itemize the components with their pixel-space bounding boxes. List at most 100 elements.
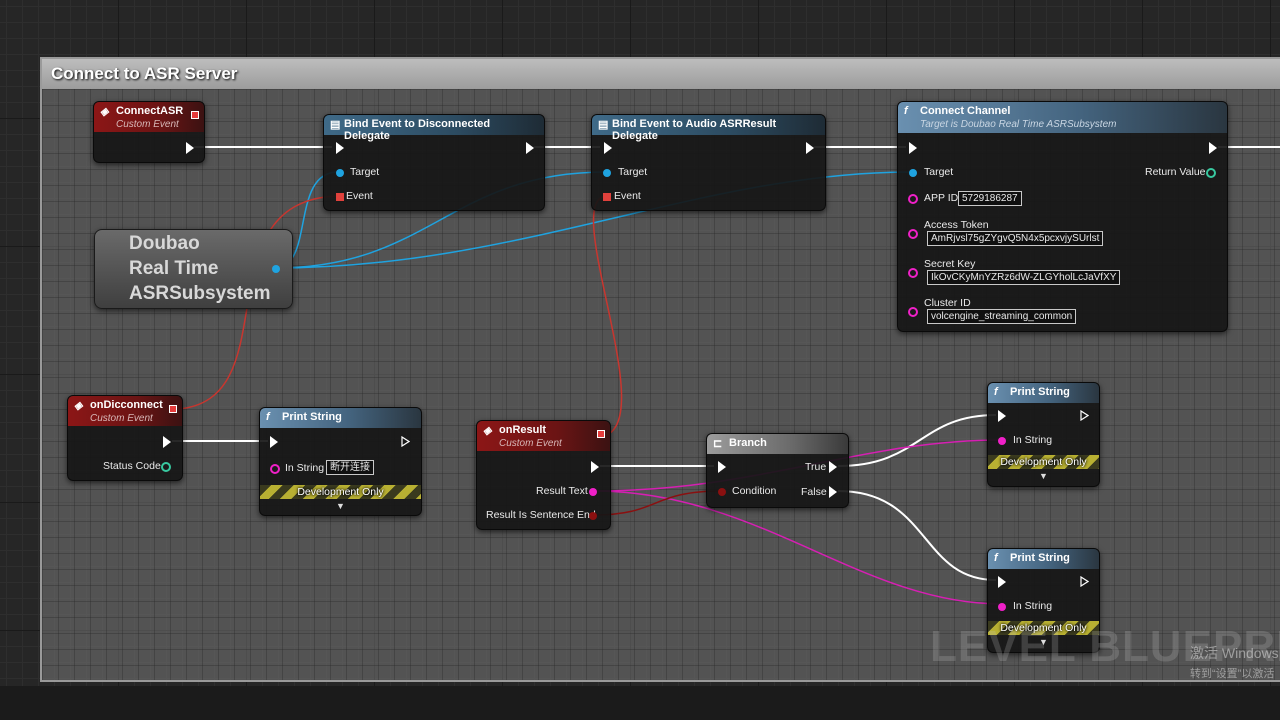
node-title: ConnectASR [116, 105, 184, 117]
function-call-icon: ▤ [598, 119, 609, 131]
exec-in-pin[interactable] [998, 576, 1006, 588]
access-token-pin[interactable] [908, 229, 918, 239]
exec-out-pin[interactable] [1209, 142, 1217, 154]
node-header: ◈ onResult Custom Event [477, 421, 610, 451]
var-label-line2: Real Time [129, 258, 219, 279]
target-pin[interactable] [603, 169, 611, 177]
node-print-string-1[interactable]: f Print String In String 断开连接 Developmen… [259, 407, 422, 516]
node-title: Branch [729, 437, 767, 449]
event-diamond-icon: ◈ [100, 106, 109, 118]
exec-in-pin[interactable] [336, 142, 344, 154]
app-id-field[interactable]: 5729186287 [958, 191, 1022, 206]
pin-label: APP ID [924, 192, 959, 204]
delegate-pin[interactable] [169, 405, 177, 413]
comment-title: Connect to ASR Server [51, 64, 238, 83]
function-f-icon: f [994, 386, 998, 398]
exec-out-pin[interactable] [163, 436, 171, 448]
node-connect-channel[interactable]: f Connect Channel Target is Doubao Real … [897, 101, 1228, 332]
cluster-id-pin[interactable] [908, 307, 918, 317]
condition-pin[interactable] [718, 488, 726, 496]
event-pin[interactable] [603, 193, 611, 201]
expand-chevron-icon[interactable]: ▼ [988, 471, 1099, 481]
branch-icon: ⊏ [713, 438, 723, 450]
exec-in-pin[interactable] [718, 461, 726, 473]
node-title: Bind Event to Disconnected Delegate [344, 118, 491, 142]
pin-label: In String [285, 462, 325, 474]
node-header: ⊏ Branch [707, 434, 848, 454]
exec-in-pin[interactable] [270, 436, 278, 448]
in-string-pin[interactable] [270, 464, 280, 474]
event-pin[interactable] [336, 193, 344, 201]
pin-label: False [801, 486, 827, 498]
windows-activation-title: 激活 Windows [1190, 645, 1279, 661]
status-code-pin[interactable] [161, 462, 171, 472]
false-exec-pin[interactable] [829, 486, 837, 498]
in-string-pin[interactable] [998, 437, 1006, 445]
node-header: f Connect Channel Target is Doubao Real … [898, 102, 1227, 133]
exec-out-pin[interactable] [1080, 410, 1089, 421]
pin-label: Target [618, 166, 648, 178]
sentence-end-pin[interactable] [589, 512, 597, 520]
delegate-pin[interactable] [597, 430, 605, 438]
node-subtitle: Custom Event [90, 413, 153, 424]
node-bind-disconnected[interactable]: ▤ Bind Event to Disconnected Delegate Ta… [323, 114, 545, 211]
pin-label: Secret Key [924, 258, 976, 270]
pin-label: Cluster ID [924, 297, 971, 309]
object-out-pin[interactable] [272, 265, 280, 273]
node-title: onDicconnect [90, 399, 163, 411]
node-print-string-2[interactable]: f Print String In String Development Onl… [987, 382, 1100, 487]
node-connectasr-event[interactable]: ◈ ConnectASR Custom Event [93, 101, 205, 163]
pin-label: Condition [732, 485, 777, 497]
node-title: Bind Event to Audio ASRResult Delegate [612, 118, 777, 142]
node-title: Print String [282, 411, 342, 423]
exec-in-pin[interactable] [998, 410, 1006, 422]
node-ondisconnect-event[interactable]: ◈ onDicconnect Custom Event Status Code [67, 395, 183, 481]
app-id-pin[interactable] [908, 194, 918, 204]
access-token-field[interactable]: AmRjvsl75gZYgvQ5N4x5pcxvjySUrlst [927, 231, 1104, 246]
exec-out-pin[interactable] [186, 142, 194, 154]
in-string-field[interactable]: 断开连接 [326, 460, 374, 475]
true-exec-pin[interactable] [829, 461, 837, 473]
pin-label: Status Code [103, 460, 161, 472]
dev-only-label: Development Only [297, 486, 384, 498]
node-title: Connect Channel [920, 105, 1011, 117]
dev-only-label: Development Only [1000, 456, 1087, 468]
target-pin[interactable] [909, 169, 917, 177]
node-doubao-subsystem-getter[interactable]: Doubao Real Time ASRSubsystem [94, 229, 293, 309]
pin-label: In String [1013, 600, 1053, 612]
event-diamond-icon: ◈ [483, 425, 492, 437]
exec-in-pin[interactable] [604, 142, 612, 154]
node-header: ▤ Bind Event to Audio ASRResult Delegate [592, 115, 825, 142]
target-pin[interactable] [336, 169, 344, 177]
exec-out-pin[interactable] [806, 142, 814, 154]
secret-key-field[interactable]: IkOvCKyMnYZRz6dW-ZLGYholLcJaVfXY [927, 270, 1121, 285]
bottom-bar [0, 686, 1280, 720]
delegate-pin[interactable] [191, 111, 199, 119]
node-onresult-event[interactable]: ◈ onResult Custom Event Result Text Resu… [476, 420, 611, 530]
secret-key-pin[interactable] [908, 268, 918, 278]
pin-label: Result Is Sentence End [486, 509, 596, 521]
result-text-pin[interactable] [589, 488, 597, 496]
expand-chevron-icon[interactable]: ▼ [260, 501, 421, 511]
node-header: f Print String [988, 549, 1099, 569]
comment-header[interactable]: Connect to ASR Server [42, 59, 1280, 89]
exec-out-pin[interactable] [401, 436, 410, 447]
node-bind-audio[interactable]: ▤ Bind Event to Audio ASRResult Delegate… [591, 114, 826, 211]
exec-out-pin[interactable] [526, 142, 534, 154]
node-header: f Print String [988, 383, 1099, 403]
pin-label: Event [614, 190, 641, 202]
cluster-id-field[interactable]: volcengine_streaming_common [927, 309, 1077, 324]
node-branch[interactable]: ⊏ Branch True Condition False [706, 433, 849, 508]
exec-in-pin[interactable] [909, 142, 917, 154]
node-title: onResult [499, 424, 547, 436]
function-f-icon: f [904, 105, 908, 117]
return-value-pin[interactable] [1206, 168, 1216, 178]
node-header: ▤ Bind Event to Disconnected Delegate [324, 115, 544, 142]
pin-label: Target [924, 166, 954, 178]
pin-label: Access Token [924, 219, 989, 231]
exec-out-pin[interactable] [591, 461, 599, 473]
node-subtitle: Custom Event [499, 438, 562, 449]
in-string-pin[interactable] [998, 603, 1006, 611]
exec-out-pin[interactable] [1080, 576, 1089, 587]
var-label-line3: ASRSubsystem [129, 283, 271, 304]
